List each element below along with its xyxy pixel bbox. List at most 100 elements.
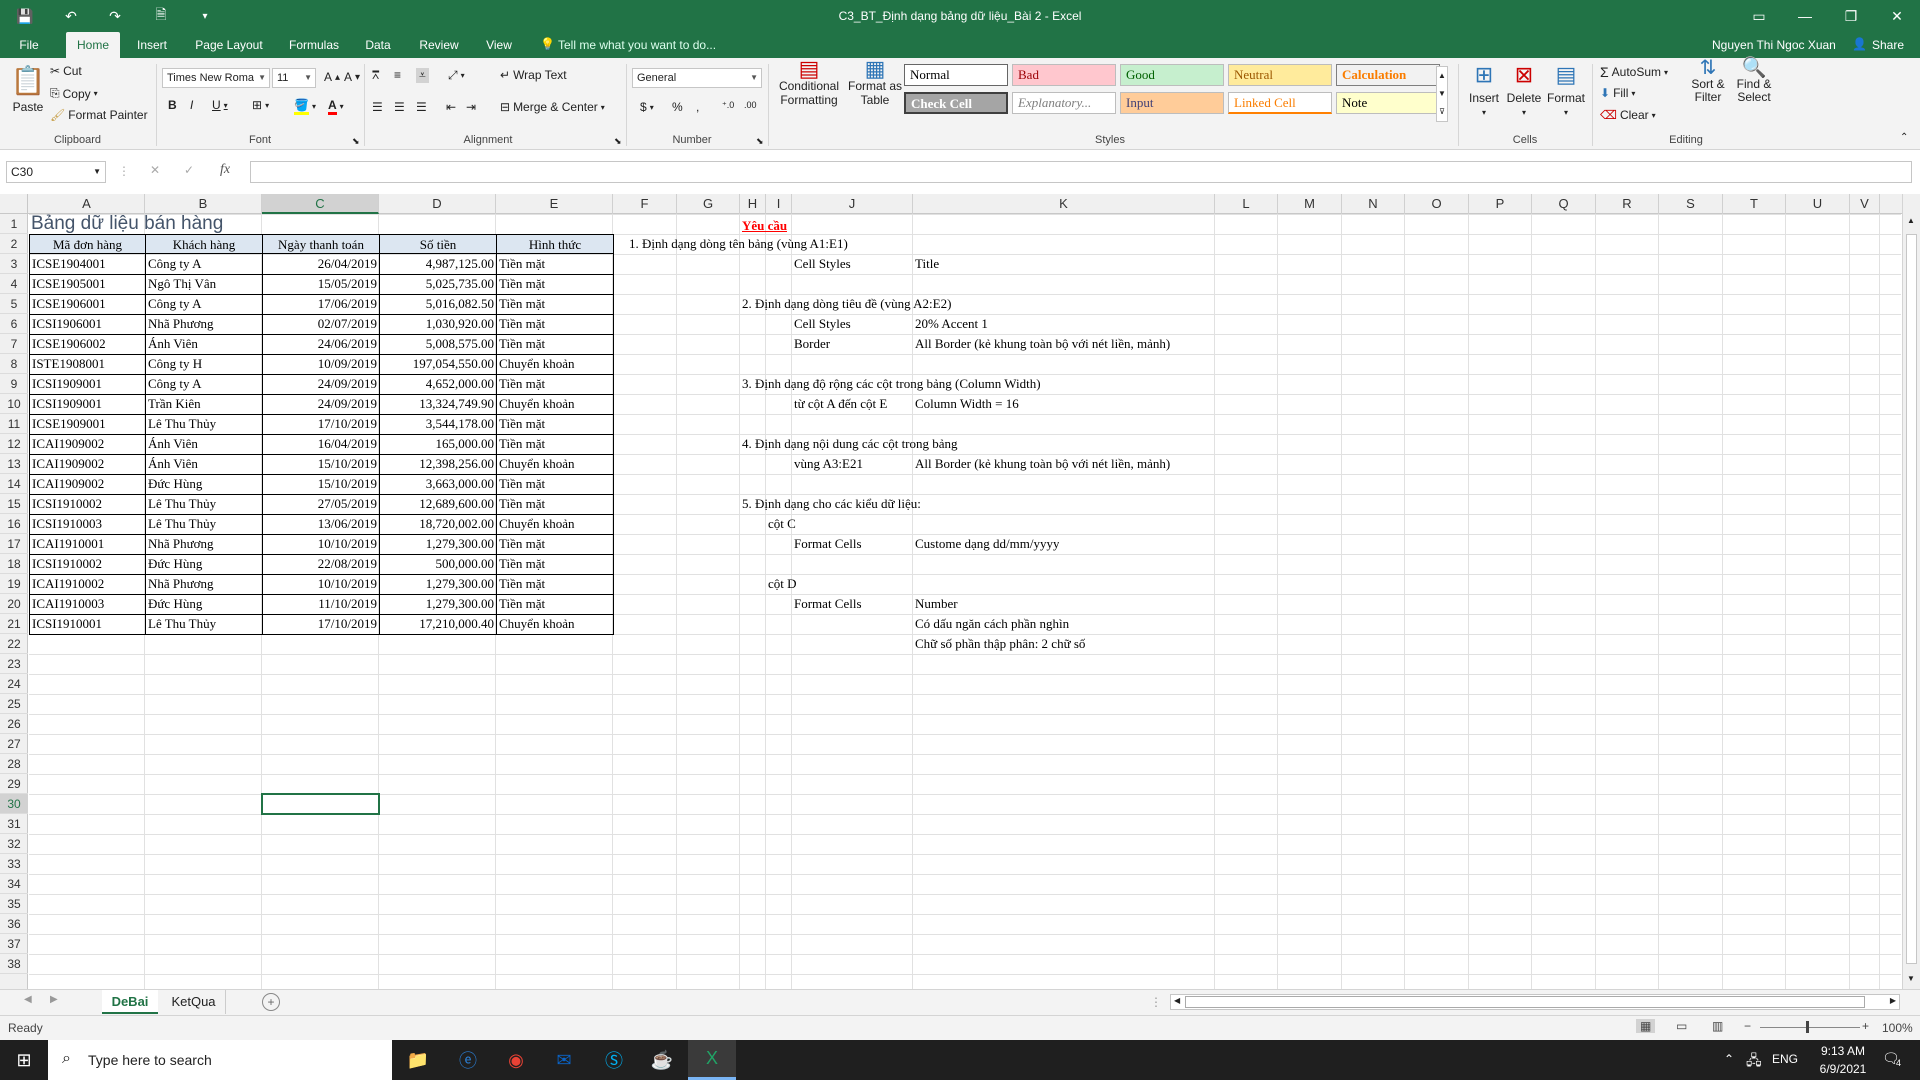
cell-b6[interactable]: Nhã Phương [145,314,263,335]
cell-c3[interactable]: 26/04/2019 [262,254,380,275]
middle-align-button[interactable]: ≡ [394,68,401,82]
cell-b19[interactable]: Nhã Phương [145,574,263,595]
autosum-button[interactable]: Σ AutoSum ▾ [1600,64,1668,80]
network-icon[interactable]: 🖧 [1746,1050,1762,1074]
tab-review[interactable]: Review [412,32,466,58]
cell-style-check-cell[interactable]: Check Cell [904,92,1008,114]
cell-e16[interactable]: Chuyển khoản [496,514,614,535]
delete-cells-button[interactable]: ⊠ Delete ▾ [1506,62,1542,117]
row-header-2[interactable]: 2 [0,234,28,254]
row-header-35[interactable]: 35 [0,894,28,914]
font-name-combo[interactable]: Times New Roma ▼ [162,68,270,88]
selected-cell-c30[interactable] [261,793,380,815]
h-scroll-thumb[interactable] [1185,996,1865,1008]
cell-a14[interactable]: ICAI1909002 [29,474,146,495]
cell-a17[interactable]: ICAI1910001 [29,534,146,555]
tell-me-input[interactable]: Tell me what you want to do... [558,32,716,58]
cell-b14[interactable]: Đức Hùng [145,474,263,495]
normal-view-icon[interactable]: ▦ [1636,1019,1656,1033]
cell-a20[interactable]: ICAI1910003 [29,594,146,615]
column-header-n[interactable]: N [1342,194,1405,214]
formula-input[interactable] [250,161,1912,183]
italic-button[interactable]: I [190,98,193,112]
column-header-l[interactable]: L [1215,194,1278,214]
row-header-24[interactable]: 24 [0,674,28,694]
cell-a13[interactable]: ICAI1909002 [29,454,146,475]
tray-chevron-icon[interactable]: ⌃ [1724,1052,1734,1066]
comma-button[interactable]: , [696,100,699,114]
row-header-15[interactable]: 15 [0,494,28,514]
cell-style-note[interactable]: Note [1336,92,1440,114]
dialog-launcher-icon[interactable]: ⬊ [352,136,360,147]
cell-a15[interactable]: ICSI1910002 [29,494,146,515]
cell-d6[interactable]: 1,030,920.00 [379,314,497,335]
sort-filter-button[interactable]: ⇅ Sort & Filter [1688,58,1728,104]
cell-a7[interactable]: ICSE1906002 [29,334,146,355]
row-header-4[interactable]: 4 [0,274,28,294]
chrome-icon[interactable]: ◉ [492,1040,540,1080]
cell-a16[interactable]: ICSI1910003 [29,514,146,535]
edge-icon[interactable]: ⓔ [444,1040,492,1080]
zoom-in-icon[interactable]: + [1862,1019,1869,1033]
next-sheet-icon[interactable]: ▶ [50,994,58,1005]
tab-formulas[interactable]: Formulas [282,32,346,58]
column-header-c[interactable]: C [262,194,379,214]
cell-e10[interactable]: Chuyển khoản [496,394,614,415]
column-header-o[interactable]: O [1405,194,1469,214]
cell-c10[interactable]: 24/09/2019 [262,394,380,415]
column-header-g[interactable]: G [677,194,740,214]
close-button[interactable]: ✕ [1874,0,1920,32]
insert-cells-button[interactable]: ⊞ Insert ▾ [1466,62,1502,117]
column-header-i[interactable]: I [766,194,792,214]
font-color-button[interactable]: A ▾ [328,98,344,115]
cell-e20[interactable]: Tiền mặt [496,594,614,615]
cell-c16[interactable]: 13/06/2019 [262,514,380,535]
skype-icon[interactable]: Ⓢ [590,1040,638,1080]
undo-icon[interactable]: ↶ [56,0,86,32]
clear-button[interactable]: ⌫ Clear ▾ [1600,108,1656,122]
cell-e18[interactable]: Tiền mặt [496,554,614,575]
cell-d19[interactable]: 1,279,300.00 [379,574,497,595]
page-layout-view-icon[interactable]: ▭ [1676,1019,1687,1033]
cell-a4[interactable]: ICSE1905001 [29,274,146,295]
row-header-34[interactable]: 34 [0,874,28,894]
cell-c21[interactable]: 17/10/2019 [262,614,380,635]
row-header-13[interactable]: 13 [0,454,28,474]
column-header-d[interactable]: D [379,194,496,214]
decrease-indent-button[interactable]: ⇤ [446,100,456,114]
zoom-out-icon[interactable]: − [1744,1019,1751,1033]
cell-style-neutral[interactable]: Neutral [1228,64,1332,86]
worksheet-grid[interactable]: Bảng dữ liệu bán hàng Mã đơn hàng Khách hà… [29,214,1901,989]
sheet-tab-ketqua[interactable]: KetQua [162,990,226,1014]
row-header-21[interactable]: 21 [0,614,28,634]
format-as-table-button[interactable]: ▦ Format as Table [848,58,902,108]
cell-e12[interactable]: Tiền mặt [496,434,614,455]
increase-decimal-button[interactable]: ⁺.0 [722,100,734,111]
wrap-text-button[interactable]: ↵ Wrap Text [500,68,567,82]
column-header-u[interactable]: U [1786,194,1850,214]
cell-c15[interactable]: 27/05/2019 [262,494,380,515]
find-select-button[interactable]: 🔍 Find & Select [1732,58,1776,104]
dialog-launcher-icon[interactable]: ⬊ [614,136,622,147]
number-format-combo[interactable]: General ▼ [632,68,762,88]
row-header-3[interactable]: 3 [0,254,28,274]
ribbon-display-icon[interactable]: ▭ [1736,0,1782,32]
column-header-m[interactable]: M [1278,194,1342,214]
column-header-p[interactable]: P [1469,194,1532,214]
share-button[interactable]: Share [1872,32,1904,58]
file-explorer-icon[interactable]: 📁 [394,1040,442,1080]
row-header-10[interactable]: 10 [0,394,28,414]
cell-e21[interactable]: Chuyển khoản [496,614,614,635]
column-header-f[interactable]: F [613,194,677,214]
top-align-button[interactable]: ⩞ [372,68,379,83]
tab-home[interactable]: Home [66,32,120,58]
zoom-slider-thumb[interactable] [1806,1021,1809,1033]
cell-a10[interactable]: ICSI1909001 [29,394,146,415]
scroll-thumb[interactable] [1906,234,1917,964]
cell-b5[interactable]: Công ty A [145,294,263,315]
gallery-scroll[interactable]: ▲ ▼ ⊽ [1436,66,1448,122]
cell-c18[interactable]: 22/08/2019 [262,554,380,575]
restore-button[interactable]: ❐ [1828,0,1874,32]
collapse-ribbon-icon[interactable]: ⌃ [1900,132,1908,143]
cell-e9[interactable]: Tiền mặt [496,374,614,395]
